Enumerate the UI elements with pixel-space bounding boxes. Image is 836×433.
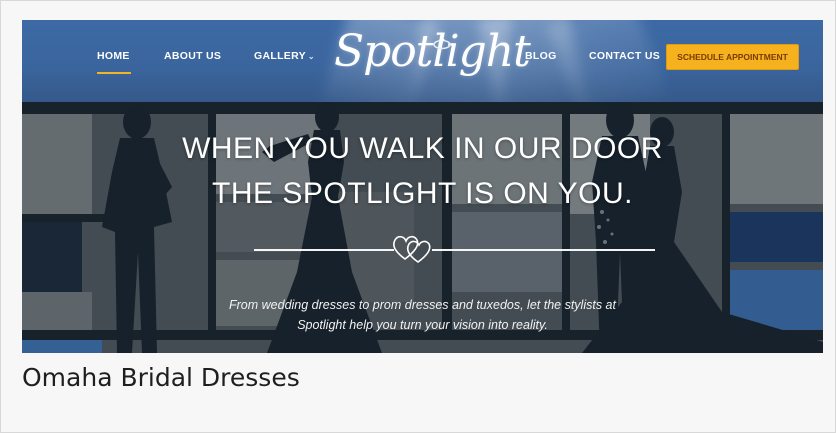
nav-item-home[interactable]: HOME [97,50,131,74]
top-navigation: HOME ABOUT US GALLERY⌄ Spotlight BLOG C [22,20,823,102]
hero-tagline-line2: Spotlight help you turn your vision into… [297,318,548,332]
hero-headline-line2: THE SPOTLIGHT IS ON YOU. [212,177,633,210]
nav-item-about-us[interactable]: ABOUT US [164,50,221,64]
nav-item-label: HOME [97,50,130,62]
nav-item-contact-us[interactable]: CONTACT US [589,50,660,64]
page-frame: HOME ABOUT US GALLERY⌄ Spotlight BLOG C [0,0,836,433]
page-title: Omaha Bridal Dresses [22,363,300,392]
hearts-icon [392,235,431,263]
hero-banner: HOME ABOUT US GALLERY⌄ Spotlight BLOG C [22,20,823,353]
nav-item-label: BLOG [525,50,557,62]
nav-item-label: GALLERY [254,50,306,62]
chevron-down-icon: ⌄ [307,52,315,61]
hero-tagline-line1: From wedding dresses to prom dresses and… [229,298,616,312]
hero-headline-line1: WHEN YOU WALK IN OUR DOOR [182,132,663,165]
logo-text: Spotlight [334,26,531,77]
nav-item-label: ABOUT US [164,50,222,62]
divider-line-left [254,249,394,251]
schedule-appointment-button[interactable]: SCHEDULE APPOINTMENT [666,44,799,70]
ring-icon [433,37,451,50]
divider-line-right [432,249,655,251]
nav-item-gallery[interactable]: GALLERY ⌄ [254,50,315,64]
active-nav-indicator [97,72,131,74]
nav-item-label: CONTACT US [589,50,661,62]
nav-item-blog[interactable]: BLOG [525,50,557,64]
spotlight-logo[interactable]: Spotlight [334,26,531,88]
